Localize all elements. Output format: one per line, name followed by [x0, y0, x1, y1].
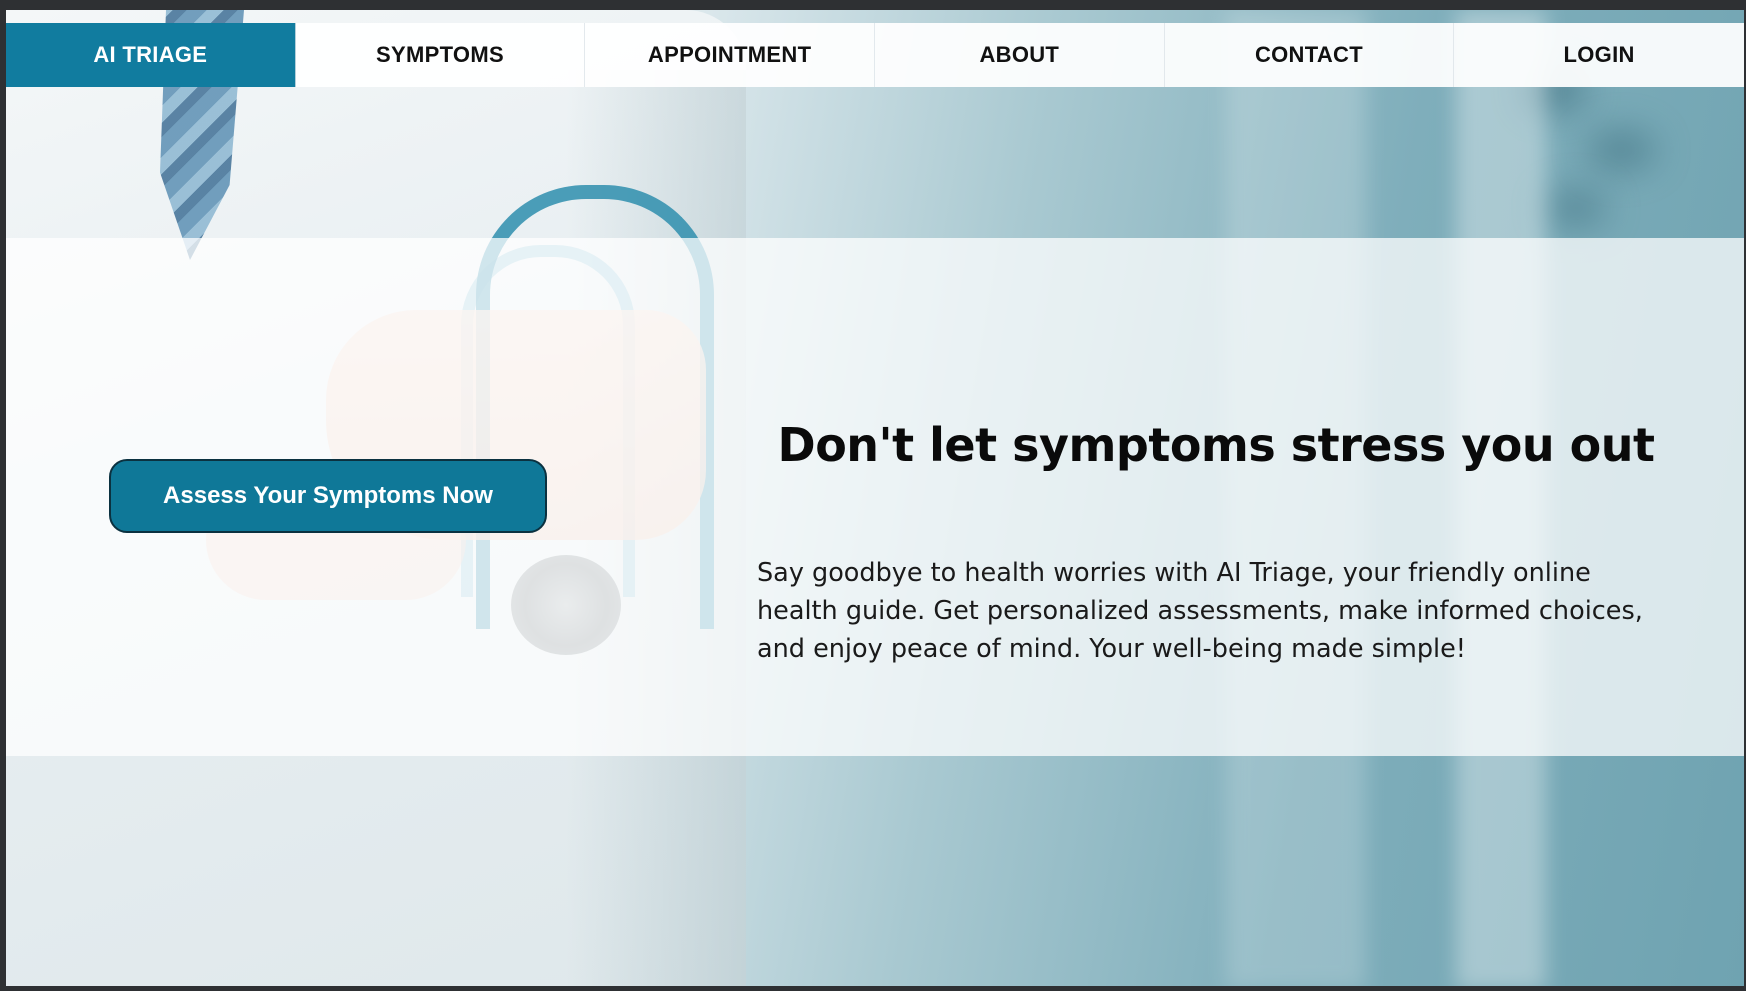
hero-description: Say goodbye to health worries with AI Tr… — [757, 558, 1643, 664]
assess-symptoms-button[interactable]: Assess Your Symptoms Now — [109, 459, 547, 533]
nav-item-appointment[interactable]: APPOINTMENT — [585, 23, 875, 87]
nav-item-about[interactable]: ABOUT — [875, 23, 1165, 87]
top-nav: AI TRIAGE SYMPTOMS APPOINTMENT ABOUT CON… — [6, 23, 1744, 87]
nav-item-login[interactable]: LOGIN — [1454, 23, 1744, 87]
app-window: AI TRIAGE SYMPTOMS APPOINTMENT ABOUT CON… — [6, 10, 1744, 986]
nav-item-symptoms[interactable]: SYMPTOMS — [296, 23, 586, 87]
hero-headline: Don't let symptoms stress you out — [777, 418, 1655, 472]
nav-item-contact[interactable]: CONTACT — [1165, 23, 1455, 87]
nav-item-ai-triage[interactable]: AI TRIAGE — [6, 23, 296, 87]
